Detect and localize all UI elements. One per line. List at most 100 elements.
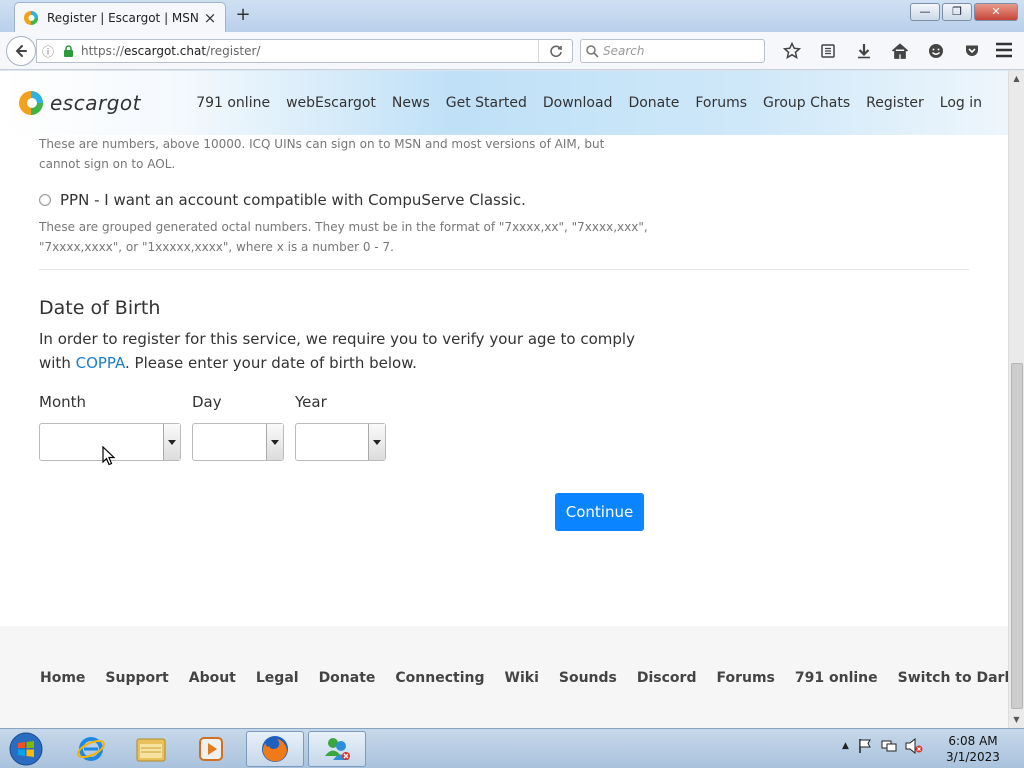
- footer-link-wiki[interactable]: Wiki: [505, 670, 539, 686]
- internet-explorer-icon: [77, 737, 105, 761]
- year-dropdown-arrow-icon[interactable]: [368, 424, 385, 460]
- nav-group-chats[interactable]: Group Chats: [763, 95, 850, 111]
- footer-link-online-count[interactable]: 791 online: [795, 670, 878, 686]
- site-info-icon[interactable]: ⓘ: [37, 43, 59, 60]
- nav-news[interactable]: News: [392, 95, 430, 111]
- browser-toolbar: ⓘ https://escargot.chat/register/ Search: [0, 32, 1024, 70]
- nav-online-count[interactable]: 791 online: [196, 95, 270, 111]
- home-icon[interactable]: [882, 38, 918, 64]
- window-controls: — ❐ ✕: [910, 3, 1018, 21]
- messenger-buddies-icon: [325, 738, 350, 760]
- year-select[interactable]: [295, 423, 386, 461]
- ppn-help-text: These are grouped generated octal number…: [39, 220, 648, 254]
- uin-help-text: These are numbers, above 10000. ICQ UINs…: [39, 137, 605, 171]
- search-placeholder: Search: [603, 44, 645, 58]
- taskbar-explorer[interactable]: [122, 731, 180, 767]
- month-label: Month: [39, 393, 87, 411]
- back-button[interactable]: [6, 36, 36, 66]
- site-nav: 791 online webEscargot News Get Started …: [196, 95, 982, 111]
- site-logo[interactable]: escargot: [18, 90, 141, 116]
- escargot-favicon-icon: [24, 10, 38, 25]
- close-window-button[interactable]: ✕: [974, 3, 1018, 21]
- scroll-down-arrow-icon[interactable]: ▼: [1009, 712, 1024, 728]
- page-scrollbar[interactable]: ▲ ▼: [1008, 71, 1024, 728]
- bookmark-star-icon[interactable]: [774, 38, 810, 64]
- day-dropdown-arrow-icon[interactable]: [266, 424, 283, 460]
- taskbar-ie[interactable]: [62, 731, 120, 767]
- footer-link-about[interactable]: About: [189, 670, 236, 686]
- menu-hamburger-icon[interactable]: [994, 40, 1016, 62]
- footer-link-support[interactable]: Support: [105, 670, 168, 686]
- dob-heading: Date of Birth: [39, 297, 161, 319]
- ppn-radio[interactable]: [39, 194, 51, 206]
- year-label: Year: [295, 393, 327, 411]
- media-player-icon: [199, 737, 223, 761]
- maximize-button[interactable]: ❐: [942, 3, 972, 21]
- nav-download[interactable]: Download: [543, 95, 613, 111]
- start-button[interactable]: [4, 730, 48, 768]
- nav-register[interactable]: Register: [866, 95, 924, 111]
- folder-icon: [136, 738, 166, 762]
- site-footer: Home Support About Legal Donate Connecti…: [0, 626, 1008, 728]
- system-tray: ▲: [842, 738, 923, 754]
- network-icon[interactable]: [881, 738, 897, 754]
- logo-text: escargot: [50, 91, 141, 115]
- clock-time: 6:08 AM: [948, 734, 998, 748]
- day-label: Day: [192, 393, 222, 411]
- taskbar-media-player[interactable]: [182, 731, 240, 767]
- month-dropdown-arrow-icon[interactable]: [163, 424, 180, 460]
- footer-link-legal[interactable]: Legal: [256, 670, 299, 686]
- day-select[interactable]: [192, 423, 284, 461]
- browser-tab-active[interactable]: Register | Escargot | MSN ... ×: [14, 2, 226, 32]
- footer-link-sounds[interactable]: Sounds: [559, 670, 617, 686]
- show-hidden-icons-icon[interactable]: ▲: [842, 741, 849, 751]
- reload-icon[interactable]: [538, 40, 572, 62]
- footer-link-home[interactable]: Home: [40, 670, 85, 686]
- footer-link-connecting[interactable]: Connecting: [395, 670, 484, 686]
- scrollbar-thumb[interactable]: [1011, 363, 1023, 709]
- scroll-up-arrow-icon[interactable]: ▲: [1009, 71, 1024, 87]
- pocket-icon[interactable]: [954, 38, 990, 64]
- windows-orb-icon: [9, 732, 43, 766]
- escargot-logo-icon: [19, 91, 43, 115]
- url-text[interactable]: https://escargot.chat/register/: [77, 44, 538, 58]
- tab-close-icon[interactable]: ×: [203, 9, 217, 27]
- page-viewport: escargot 791 online webEscargot News Get…: [0, 71, 1008, 728]
- nav-log-in[interactable]: Log in: [940, 95, 982, 111]
- nav-donate[interactable]: Donate: [628, 95, 679, 111]
- taskbar-clock[interactable]: 6:08 AM 3/1/2023: [934, 733, 1012, 765]
- reading-list-icon[interactable]: [810, 38, 846, 64]
- windows-taskbar: ▲ 6:08 AM 3/1/2023: [0, 728, 1024, 768]
- taskbar-firefox[interactable]: [246, 731, 304, 767]
- coppa-link[interactable]: COPPA: [76, 354, 125, 372]
- footer-link-forums[interactable]: Forums: [716, 670, 774, 686]
- footer-link-dark-mode[interactable]: Switch to Dark Mode: [898, 670, 1008, 686]
- url-bar[interactable]: ⓘ https://escargot.chat/register/: [36, 39, 573, 63]
- hello-chat-icon[interactable]: [918, 38, 954, 64]
- footer-link-donate[interactable]: Donate: [319, 670, 376, 686]
- download-icon[interactable]: [846, 38, 882, 64]
- ppn-option[interactable]: PPN - I want an account compatible with …: [39, 191, 526, 209]
- nav-webescargot[interactable]: webEscargot: [286, 95, 376, 111]
- nav-forums[interactable]: Forums: [695, 95, 747, 111]
- continue-button[interactable]: Continue: [555, 493, 644, 531]
- taskbar-messenger[interactable]: [308, 731, 366, 767]
- footer-link-discord[interactable]: Discord: [637, 670, 697, 686]
- footer-links: Home Support About Legal Donate Connecti…: [40, 670, 1008, 686]
- section-divider: [39, 269, 969, 270]
- dob-description: In order to register for this service, w…: [39, 330, 635, 372]
- minimize-button[interactable]: —: [910, 3, 940, 21]
- browser-titlebar: Register | Escargot | MSN ... × + — ❐ ✕: [0, 0, 1024, 32]
- search-input[interactable]: Search: [580, 39, 765, 63]
- action-center-flag-icon[interactable]: [857, 738, 873, 754]
- volume-muted-icon[interactable]: [905, 738, 923, 754]
- lock-icon[interactable]: [59, 45, 77, 57]
- ppn-label: PPN - I want an account compatible with …: [60, 191, 526, 209]
- clock-date: 3/1/2023: [946, 750, 1000, 764]
- nav-get-started[interactable]: Get Started: [446, 95, 527, 111]
- tab-title: Register | Escargot | MSN ...: [47, 10, 203, 25]
- new-tab-button[interactable]: +: [234, 5, 252, 25]
- firefox-icon: [262, 736, 288, 762]
- site-header: escargot 791 online webEscargot News Get…: [0, 71, 1008, 135]
- back-arrow-icon: [15, 45, 27, 57]
